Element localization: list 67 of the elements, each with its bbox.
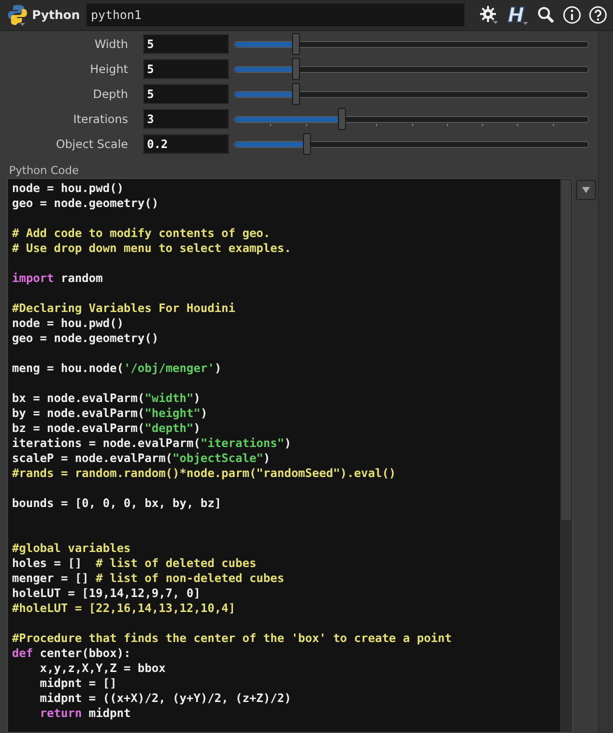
code-line: scaleP = node.evalParm("objectScale") xyxy=(12,451,272,466)
python-logo-icon xyxy=(8,4,28,26)
help-icon xyxy=(589,6,607,24)
code-line: bx = node.evalParm("width") xyxy=(12,391,202,406)
code-line: #Declaring Variables For Houdini xyxy=(12,301,236,316)
code-line: #holeLUT = [22,16,14,13,12,10,4] xyxy=(12,601,236,616)
search-button[interactable] xyxy=(535,6,557,24)
h-logo-icon xyxy=(507,4,529,26)
scrollbar-thumb[interactable] xyxy=(560,179,572,521)
code-line: def center(bbox): xyxy=(12,646,132,661)
help-menu-button[interactable] xyxy=(505,4,531,26)
parameter-label: Depth xyxy=(92,87,129,101)
slider-handle[interactable] xyxy=(292,82,300,104)
code-line: node = hou.pwd() xyxy=(12,316,125,331)
slider[interactable] xyxy=(234,84,589,104)
parameter-label: Height xyxy=(88,62,129,76)
parameter-field[interactable]: 3 xyxy=(143,109,229,129)
code-line: iterations = node.evalParm("iterations") xyxy=(12,436,292,451)
code-line: holes = [] # list of deleted cubes xyxy=(12,556,258,571)
slider-handle[interactable] xyxy=(338,108,346,130)
parameter-field[interactable]: 5 xyxy=(143,59,229,79)
code-line: by = node.evalParm("height") xyxy=(12,406,208,421)
section-label: Python Code xyxy=(8,163,80,178)
examples-dropdown-button[interactable] xyxy=(576,180,596,200)
parameter-label: Object Scale xyxy=(54,137,129,151)
code-line: node = hou.pwd() xyxy=(12,181,125,196)
code-line: meng = hou.node('/obj/menger') xyxy=(12,361,222,376)
code-line: menger = [] # list of non-deleted cubes xyxy=(12,571,286,586)
info-button[interactable] xyxy=(561,6,583,24)
search-icon xyxy=(537,6,555,24)
code-line: bounds = [0, 0, 0, bx, by, bz] xyxy=(12,496,222,511)
code-line: geo = node.geometry() xyxy=(12,196,160,211)
slider[interactable] xyxy=(234,109,589,129)
slider[interactable] xyxy=(234,134,589,154)
slider-handle[interactable] xyxy=(302,132,311,154)
code-line: midpnt = [] xyxy=(38,676,118,691)
code-line: x,y,z,X,Y,Z = bbox xyxy=(38,661,167,676)
help-button[interactable] xyxy=(587,6,609,24)
code-editor[interactable] xyxy=(7,178,573,733)
slider[interactable] xyxy=(234,34,589,54)
code-line: # Add code to modify contents of geo. xyxy=(12,226,272,241)
code-line: # Use drop down menu to select examples. xyxy=(12,241,292,256)
code-line: import random xyxy=(12,271,104,286)
caret-icon xyxy=(582,187,590,193)
code-line: midpnt = ((x+X)/2, (y+Y)/2, (z+Z)/2) xyxy=(38,691,292,706)
code-line: #Procedure that finds the center of the 'box' to create a point xyxy=(12,631,453,646)
code-line: holeLUT = [19,14,12,9,7, 0] xyxy=(12,586,202,601)
code-line: geo = node.geometry() xyxy=(12,331,160,346)
parameter-label: Width xyxy=(94,37,129,51)
code-line: #rands = random.random()*node.parm("randomSeed").eval() xyxy=(12,466,397,481)
slider-handle[interactable] xyxy=(292,58,300,80)
settings-icon xyxy=(479,5,499,25)
scrollbar[interactable] xyxy=(560,179,572,732)
scrollbar[interactable] xyxy=(598,31,613,733)
code-line: #global variables xyxy=(12,541,132,556)
slider-handle[interactable] xyxy=(292,32,300,54)
parameter-field[interactable]: 5 xyxy=(143,84,229,104)
code-line: bz = node.evalParm("depth") xyxy=(12,421,202,436)
parameter-field[interactable]: 0.2 xyxy=(143,134,229,154)
gear-menu-button[interactable] xyxy=(477,5,501,25)
info-icon xyxy=(563,6,581,24)
parameter-label: Iterations xyxy=(72,112,129,126)
parameter-field[interactable]: 5 xyxy=(143,34,229,54)
code-line: return midpnt xyxy=(38,706,132,721)
slider[interactable] xyxy=(234,59,589,79)
node-type-label: Python xyxy=(32,8,80,22)
node-name-field[interactable]: python1 xyxy=(86,3,465,27)
